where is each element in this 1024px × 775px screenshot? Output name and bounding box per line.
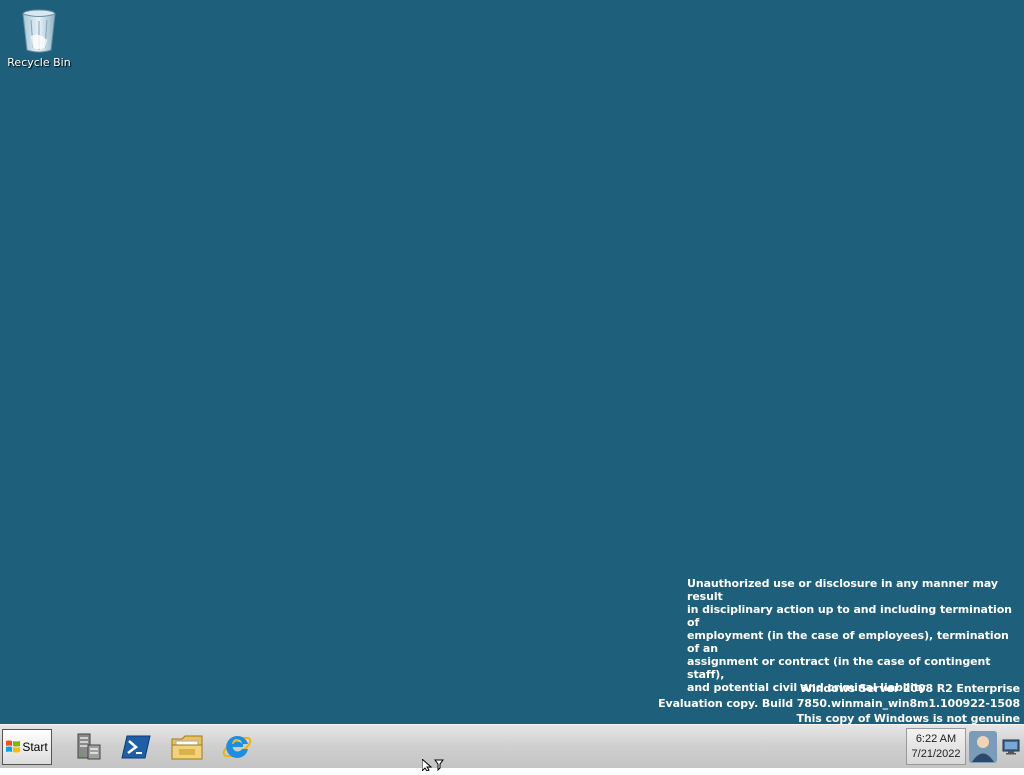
clock-date: 7/21/2022 — [911, 748, 961, 760]
desktop-icon-label: Recycle Bin — [7, 56, 71, 69]
notice-line: employment (in the case of employees), t… — [687, 629, 1009, 655]
powershell-icon — [121, 735, 151, 759]
pinned-explorer[interactable] — [169, 729, 205, 765]
system-clock[interactable]: 6:22 AM 7/21/2022 — [906, 728, 966, 765]
server-manager-icon — [77, 733, 101, 760]
show-desktop-icon — [1002, 739, 1020, 755]
windows-watermark: Windows Server 2008 R2 Enterprise Evalua… — [658, 681, 1020, 726]
pinned-server-manager[interactable] — [70, 729, 106, 765]
notice-line: in disciplinary action up to and includi… — [687, 603, 1012, 629]
notice-line: Unauthorized use or disclosure in any ma… — [687, 577, 998, 603]
internet-explorer-icon — [222, 735, 252, 758]
show-desktop[interactable] — [1002, 739, 1020, 755]
desktop-icon-recycle-bin[interactable]: Recycle Bin — [6, 6, 72, 69]
clock-time: 6:22 AM — [915, 733, 957, 745]
watermark-build: Evaluation copy. Build 7850.winmain_win8… — [658, 697, 1020, 710]
explorer-folder-icon — [171, 735, 203, 760]
pinned-powershell[interactable] — [118, 729, 154, 765]
mouse-cursor — [421, 756, 444, 775]
legal-notice: Unauthorized use or disclosure in any ma… — [687, 577, 1021, 694]
windows-logo-icon — [6, 740, 21, 753]
notice-line: assignment or contract (in the case of c… — [687, 655, 991, 681]
user-icon — [969, 731, 997, 763]
start-label: Start — [22, 740, 48, 754]
desktop: Recycle Bin Unauthorized use or disclosu… — [0, 0, 1024, 726]
watermark-edition: Windows Server 2008 R2 Enterprise — [799, 682, 1020, 695]
start-button[interactable]: Start — [2, 729, 52, 765]
tray-user[interactable] — [969, 731, 997, 763]
taskbar: Start 6:22 AM 7/21/2022 — [0, 724, 1024, 768]
pinned-internet-explorer[interactable] — [219, 729, 255, 765]
busy-cursor-icon — [421, 757, 444, 773]
recycle-bin-icon — [22, 9, 56, 53]
